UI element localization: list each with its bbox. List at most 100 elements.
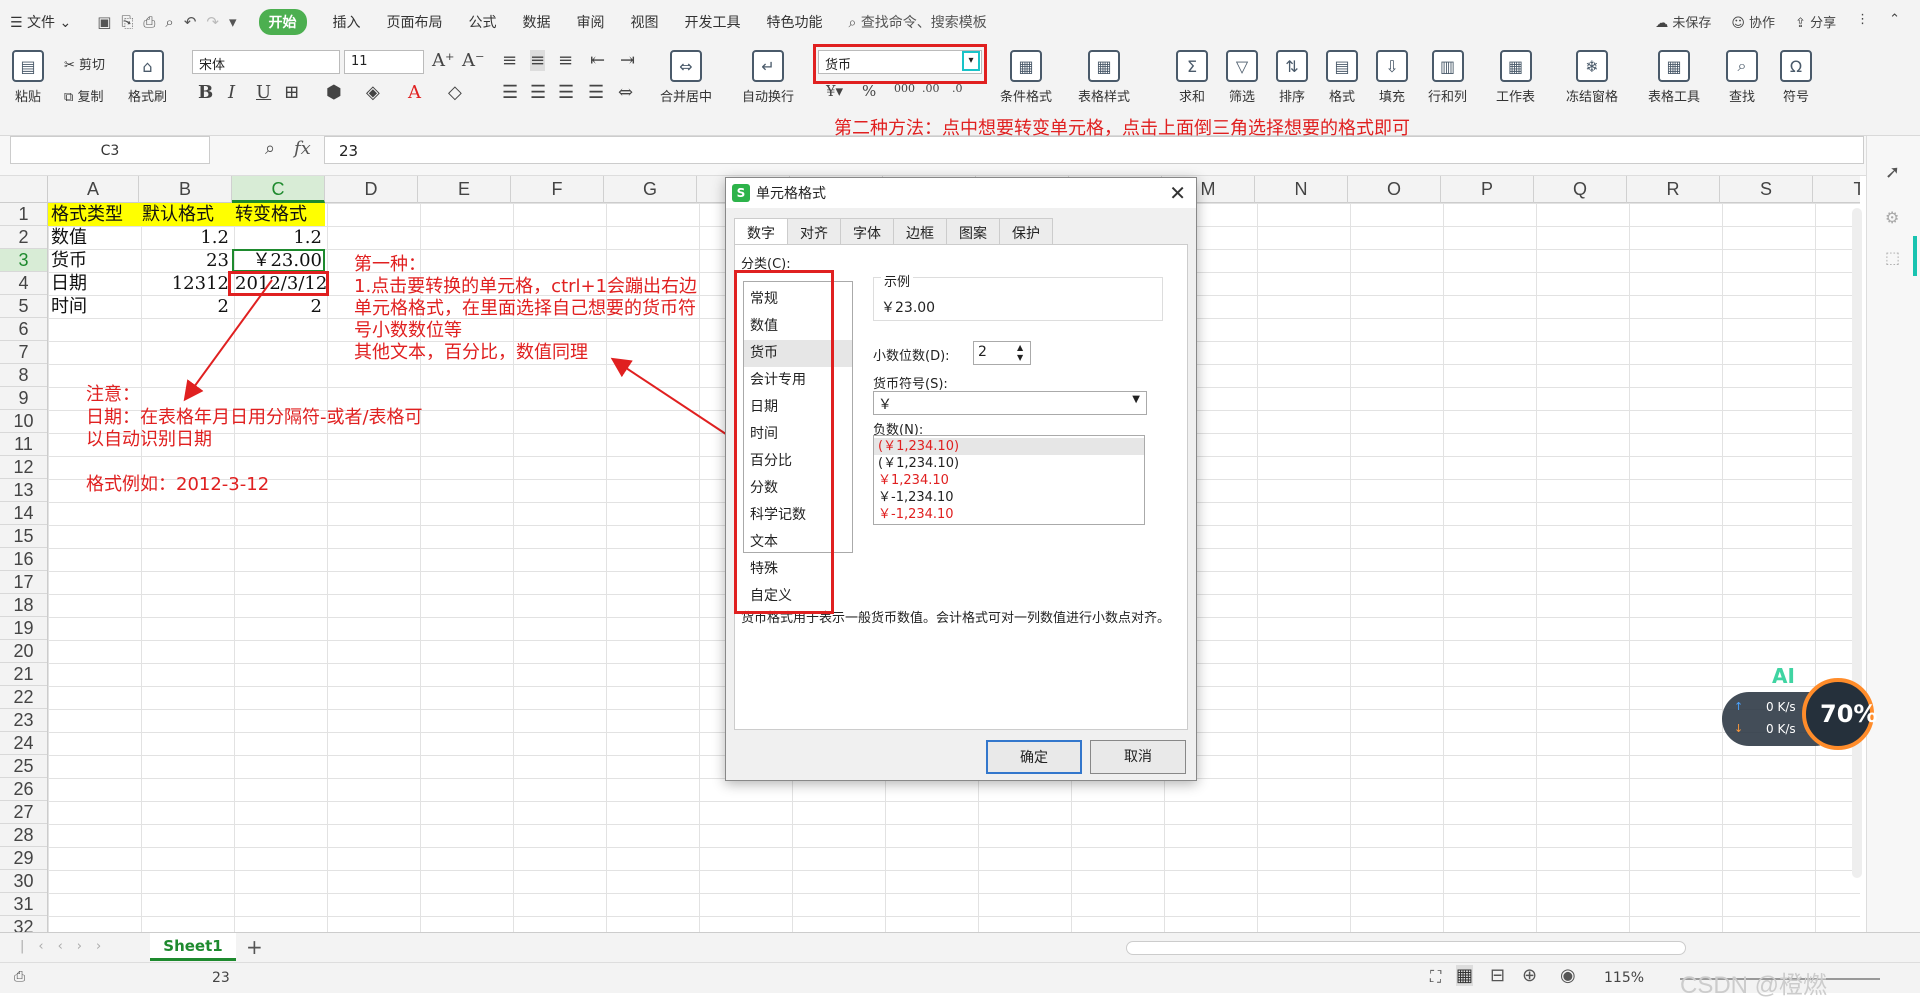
merge-center-button[interactable]: ⇔ 合并居中	[660, 50, 712, 105]
find-button[interactable]: ⌕ 查找	[1726, 50, 1758, 105]
column-header-s[interactable]: S	[1720, 176, 1813, 203]
cut-button[interactable]: ✂ 剪切	[64, 54, 105, 73]
row-header-23[interactable]: 23	[0, 709, 47, 732]
align-bottom-icon[interactable]: ≡	[558, 50, 573, 71]
row-header-18[interactable]: 18	[0, 594, 47, 617]
format-button[interactable]: ▤ 格式	[1326, 50, 1358, 105]
property-icon[interactable]: ⬚	[1885, 248, 1900, 267]
row-header-9[interactable]: 9	[0, 387, 47, 410]
category-item[interactable]: 特殊	[744, 556, 852, 583]
sum-button[interactable]: Σ 求和	[1176, 50, 1208, 105]
row-header-27[interactable]: 27	[0, 801, 47, 824]
row-header-8[interactable]: 8	[0, 364, 47, 387]
negative-format-item[interactable]: ￥1,234.10	[874, 472, 1144, 489]
freeze-panes-button[interactable]: ❄ 冻结窗格	[1566, 50, 1618, 105]
column-header-n[interactable]: N	[1255, 176, 1348, 203]
sheet-nav-arrows[interactable]: |‹‹››	[20, 939, 115, 954]
category-item[interactable]: 会计专用	[744, 367, 852, 394]
row-header-12[interactable]: 12	[0, 456, 47, 479]
zoom-formula-icon[interactable]: ⌕	[265, 138, 275, 159]
category-item[interactable]: 分数	[744, 475, 852, 502]
collab-button[interactable]: ☺ 协作	[1731, 12, 1775, 31]
category-item[interactable]: 数值	[744, 313, 852, 340]
symbol-button[interactable]: Ω 符号	[1780, 50, 1812, 105]
tab-page-layout[interactable]: 页面布局	[387, 12, 443, 32]
table-style-button[interactable]: ▦ 表格样式	[1078, 50, 1130, 105]
category-item[interactable]: 常规	[744, 286, 852, 313]
category-item[interactable]: 文本	[744, 529, 852, 556]
row-header-5[interactable]: 5	[0, 295, 47, 318]
print-preview-icon[interactable]: ⌕	[165, 13, 173, 31]
font-color-icon[interactable]: A	[408, 82, 421, 103]
column-header-g[interactable]: G	[604, 176, 697, 203]
row-header-30[interactable]: 30	[0, 870, 47, 893]
grow-font-icon[interactable]: A⁺	[432, 50, 455, 71]
sort-button[interactable]: ⇅ 排序	[1276, 50, 1308, 105]
row-header-13[interactable]: 13	[0, 479, 47, 502]
fx-icon[interactable]: fx	[294, 138, 311, 159]
filter-button[interactable]: ▽ 筛选	[1226, 50, 1258, 105]
category-item[interactable]: 日期	[744, 394, 852, 421]
cell-b1[interactable]: 默认格式	[139, 203, 232, 226]
cell-b4[interactable]: 12312	[139, 272, 232, 295]
column-header-e[interactable]: E	[418, 176, 511, 203]
collapse-ribbon-icon[interactable]: ⌃	[1889, 12, 1900, 31]
row-header-2[interactable]: 2	[0, 226, 47, 249]
horizontal-scrollbar[interactable]	[1126, 941, 1686, 955]
negative-format-item[interactable]: (￥1,234.10)	[874, 438, 1144, 455]
category-item[interactable]: 百分比	[744, 448, 852, 475]
worksheet-button[interactable]: ▦ 工作表	[1496, 50, 1535, 105]
cancel-button[interactable]: 取消	[1090, 740, 1186, 774]
column-header-t[interactable]: T	[1813, 176, 1861, 203]
bold-icon[interactable]: B	[198, 82, 213, 103]
row-header-7[interactable]: 7	[0, 341, 47, 364]
ok-button[interactable]: 确定	[986, 740, 1082, 774]
row-header-28[interactable]: 28	[0, 824, 47, 847]
print-icon[interactable]: ⎙	[143, 13, 155, 31]
filter-panel-icon[interactable]: ⚙	[1885, 208, 1899, 227]
align-middle-icon[interactable]: ≡	[530, 50, 546, 71]
paste-button[interactable]: ▤ 粘贴	[12, 50, 44, 105]
normal-view-icon[interactable]: ▦	[1456, 965, 1474, 986]
align-left-icon[interactable]: ☰	[502, 82, 518, 103]
row-header-22[interactable]: 22	[0, 686, 47, 709]
row-header-3[interactable]: 3	[0, 249, 47, 272]
format-painter-button[interactable]: ⌂ 格式刷	[128, 50, 167, 105]
row-header-26[interactable]: 26	[0, 778, 47, 801]
more-icon[interactable]: ⋮	[1856, 12, 1869, 31]
decrease-decimal-icon[interactable]: .0	[952, 82, 963, 95]
row-header-4[interactable]: 4	[0, 272, 47, 295]
currency-symbol-select[interactable]: ￥ ▼	[873, 391, 1147, 415]
column-header-b[interactable]: B	[139, 176, 232, 203]
add-sheet-icon[interactable]: +	[246, 935, 263, 959]
row-col-button[interactable]: ▥ 行和列	[1428, 50, 1467, 105]
column-header-a[interactable]: A	[48, 176, 139, 203]
number-format-select[interactable]: 货币	[818, 50, 982, 74]
category-item[interactable]: 时间	[744, 421, 852, 448]
network-gauge-widget[interactable]: AI ↑ 0 K/s ↓ 0 K/s 70%	[1722, 664, 1877, 752]
column-header-f[interactable]: F	[511, 176, 604, 203]
vertical-scrollbar[interactable]	[1852, 208, 1862, 878]
spinner-arrows-icon[interactable]: ▲ ▼	[1017, 343, 1023, 363]
italic-icon[interactable]: I	[228, 82, 235, 103]
row-header-31[interactable]: 31	[0, 893, 47, 916]
tab-home[interactable]: 开始	[258, 9, 307, 35]
zoom-level[interactable]: 115%	[1604, 970, 1644, 986]
file-menu[interactable]: ☰ 文件 ⌄	[10, 12, 71, 32]
category-item[interactable]: 科学记数	[744, 502, 852, 529]
fullscreen-icon[interactable]: ⛶	[1430, 967, 1441, 987]
wrap-text-button[interactable]: ↵ 自动换行	[742, 50, 794, 105]
row-header-25[interactable]: 25	[0, 755, 47, 778]
tab-insert[interactable]: 插入	[333, 12, 361, 32]
sheet-tab-sheet1[interactable]: Sheet1	[150, 933, 236, 961]
cell-b2[interactable]: 1.2	[139, 226, 232, 249]
negative-format-item[interactable]: ￥-1,234.10	[874, 506, 1144, 523]
cell-a2[interactable]: 数值	[48, 226, 139, 249]
cell-c1[interactable]: 转变格式	[232, 203, 325, 226]
copy-button[interactable]: ⧉ 复制	[64, 86, 103, 105]
category-item[interactable]: 自定义	[744, 583, 852, 610]
clear-format-icon[interactable]: ◇	[448, 82, 462, 103]
align-right-icon[interactable]: ☰	[558, 82, 574, 103]
conditional-format-button[interactable]: ▦ 条件格式	[1000, 50, 1052, 105]
indent-decrease-icon[interactable]: ⇤	[590, 50, 605, 71]
